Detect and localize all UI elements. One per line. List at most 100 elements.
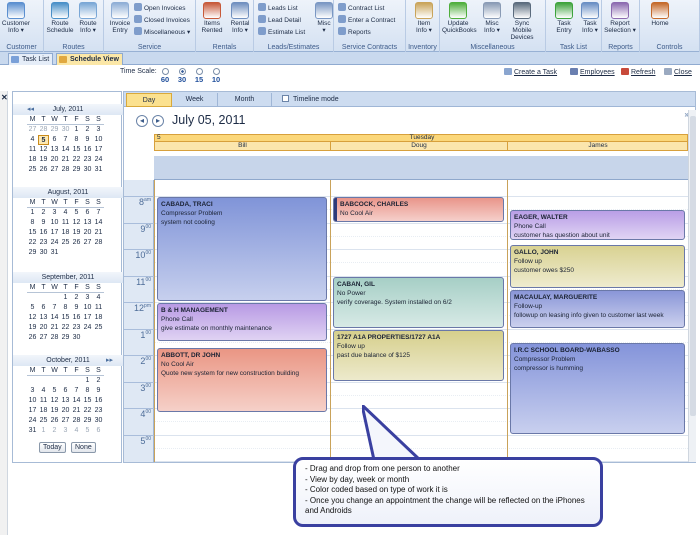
calendar-day[interactable]: 31 bbox=[49, 248, 60, 258]
calendar-day[interactable]: 4 bbox=[60, 208, 71, 218]
timeline-mode-checkbox[interactable]: Timeline mode bbox=[276, 93, 356, 107]
calendar-day[interactable]: 5 bbox=[27, 303, 38, 313]
create-task-link[interactable]: Create a Task bbox=[504, 68, 557, 76]
calendar-day[interactable]: 16 bbox=[71, 313, 82, 323]
calendar-day[interactable]: 28 bbox=[71, 416, 82, 426]
calendar-day[interactable]: 11 bbox=[60, 218, 71, 228]
appointment[interactable]: BABCOCK, CHARLES No Cool Air bbox=[333, 197, 504, 222]
appointment[interactable]: 1727 A1A PROPERTIES/1727 A1A Follow up pas… bbox=[333, 329, 504, 381]
calendar-day[interactable]: 2 bbox=[71, 293, 82, 303]
ribbon-link-miscellaneous[interactable]: Miscellaneous ▾ bbox=[134, 27, 190, 36]
calendar-day[interactable]: 30 bbox=[38, 248, 49, 258]
calendar-day[interactable]: 6 bbox=[49, 135, 60, 145]
ribbon-link-lead-detail[interactable]: Lead Detail bbox=[258, 15, 301, 24]
appointment[interactable]: GALLO, JOHN Follow up customer owes $250 bbox=[510, 244, 685, 288]
calendar-day[interactable]: 1 bbox=[71, 125, 82, 135]
calendar-day[interactable]: 30 bbox=[93, 416, 104, 426]
ribbon-link-closed-invoices[interactable]: Closed Invoices bbox=[134, 15, 190, 24]
calendar-day[interactable]: 23 bbox=[93, 406, 104, 416]
calendar-day[interactable]: 3 bbox=[60, 426, 71, 436]
calendar-day[interactable]: 11 bbox=[27, 145, 38, 155]
calendar-day[interactable]: 9 bbox=[38, 218, 49, 228]
calendar-day[interactable]: 28 bbox=[49, 333, 60, 343]
item-info-button[interactable]: Item Info ▾ bbox=[408, 2, 440, 34]
calendar-day[interactable]: 7 bbox=[49, 303, 60, 313]
calendar-day[interactable]: 2 bbox=[38, 208, 49, 218]
calendar-day[interactable]: 26 bbox=[71, 238, 82, 248]
calendar-day[interactable]: 12 bbox=[38, 145, 49, 155]
calendar-day[interactable]: 22 bbox=[27, 238, 38, 248]
tab-schedule-view[interactable]: Schedule View bbox=[56, 53, 123, 65]
calendar-day[interactable]: 21 bbox=[93, 228, 104, 238]
calendar-day[interactable]: 24 bbox=[93, 155, 104, 165]
calendar-day[interactable]: 23 bbox=[71, 323, 82, 333]
tab-month-view[interactable]: Month bbox=[218, 93, 272, 107]
none-button[interactable]: None bbox=[71, 442, 96, 453]
calendar-day[interactable]: 12 bbox=[49, 396, 60, 406]
calendar-day[interactable]: 29 bbox=[27, 248, 38, 258]
all-day-area[interactable] bbox=[154, 156, 688, 180]
employees-link[interactable]: Employees bbox=[570, 68, 615, 76]
calendar-day[interactable]: 5 bbox=[49, 386, 60, 396]
calendar-day[interactable]: 8 bbox=[60, 303, 71, 313]
calendar-day[interactable]: 7 bbox=[60, 135, 71, 145]
calendar-day[interactable]: 16 bbox=[38, 228, 49, 238]
calendar-day[interactable]: 20 bbox=[60, 406, 71, 416]
calendar-day[interactable]: 30 bbox=[82, 165, 93, 175]
appointment[interactable]: ABBOTT, DR JOHN No Cool Air Quote new syst… bbox=[157, 348, 327, 413]
appointment[interactable]: I.R.C SCHOOL BOARD-WABASSO Compressor Pro… bbox=[510, 342, 685, 434]
calendar-day[interactable]: 7 bbox=[71, 386, 82, 396]
quickbooks-button[interactable]: Update QuickBooks bbox=[442, 2, 477, 34]
calendar-day[interactable]: 1 bbox=[60, 293, 71, 303]
calendar-day[interactable]: 23 bbox=[82, 155, 93, 165]
tab-day-view[interactable]: Day bbox=[126, 93, 172, 107]
calendar-day[interactable]: 24 bbox=[49, 238, 60, 248]
calendar-day[interactable]: 27 bbox=[60, 416, 71, 426]
appointment[interactable]: CABADA, TRACI Compressor Problem system no… bbox=[157, 197, 327, 301]
calendar-day[interactable]: 30 bbox=[71, 333, 82, 343]
calendar-day[interactable]: 2 bbox=[49, 426, 60, 436]
calendar-day[interactable]: 17 bbox=[82, 313, 93, 323]
calendar-day[interactable]: 9 bbox=[82, 135, 93, 145]
ribbon-link-leads-list[interactable]: Leads List bbox=[258, 3, 298, 12]
calendar-day[interactable]: 3 bbox=[49, 208, 60, 218]
calendar-day[interactable]: 5 bbox=[38, 135, 49, 145]
calendar-day[interactable]: 27 bbox=[27, 125, 38, 135]
sync-mobile-button[interactable]: Sync Mobile Devices bbox=[506, 2, 538, 41]
calendar-day[interactable]: 18 bbox=[60, 228, 71, 238]
ribbon-link-contract-list[interactable]: Contract List bbox=[338, 3, 385, 12]
appointment[interactable]: EAGER, WALTER Phone Call customer has ques… bbox=[510, 210, 685, 241]
time-scale-60-radio[interactable]: 60 bbox=[157, 68, 173, 84]
calendar-day[interactable]: 28 bbox=[93, 238, 104, 248]
home-button[interactable]: Home bbox=[644, 2, 676, 27]
calendar-day[interactable]: 8 bbox=[71, 135, 82, 145]
calendar-day[interactable]: 21 bbox=[49, 323, 60, 333]
calendar-day[interactable]: 6 bbox=[60, 386, 71, 396]
close-link[interactable]: Close bbox=[664, 68, 692, 76]
calendar-day[interactable]: 17 bbox=[27, 406, 38, 416]
calendar-day[interactable]: 1 bbox=[38, 426, 49, 436]
rental-info-button[interactable]: Rental Info ▾ bbox=[224, 2, 256, 34]
calendar-day[interactable]: 10 bbox=[93, 135, 104, 145]
calendar-day[interactable]: 5 bbox=[71, 208, 82, 218]
calendar-day[interactable]: 24 bbox=[82, 323, 93, 333]
misc-info-button[interactable]: Misc Info ▾ bbox=[476, 2, 508, 34]
calendar-day[interactable]: 29 bbox=[60, 333, 71, 343]
calendar-day[interactable]: 19 bbox=[38, 155, 49, 165]
appointment[interactable]: MACAULAY, MARGUERITE Follow-up followup on… bbox=[510, 289, 685, 328]
calendar-day[interactable]: 11 bbox=[38, 396, 49, 406]
calendar-day[interactable]: 30 bbox=[60, 125, 71, 135]
vertical-scrollbar[interactable] bbox=[688, 110, 696, 462]
next-day-button[interactable]: ▸ bbox=[152, 115, 164, 127]
calendar-day[interactable]: 14 bbox=[71, 396, 82, 406]
ribbon-link-estimate-list[interactable]: Estimate List bbox=[258, 27, 305, 36]
calendar-day[interactable]: 20 bbox=[82, 228, 93, 238]
calendar-day[interactable]: 14 bbox=[49, 313, 60, 323]
time-scale-10-radio[interactable]: 10 bbox=[208, 68, 224, 84]
calendar-day[interactable]: 19 bbox=[49, 406, 60, 416]
calendar-day[interactable]: 16 bbox=[82, 145, 93, 155]
calendar-day[interactable]: 5 bbox=[82, 426, 93, 436]
calendar-day[interactable]: 12 bbox=[27, 313, 38, 323]
calendar-day[interactable]: 10 bbox=[27, 396, 38, 406]
next-month-icon[interactable]: ▸▸ bbox=[106, 355, 113, 366]
